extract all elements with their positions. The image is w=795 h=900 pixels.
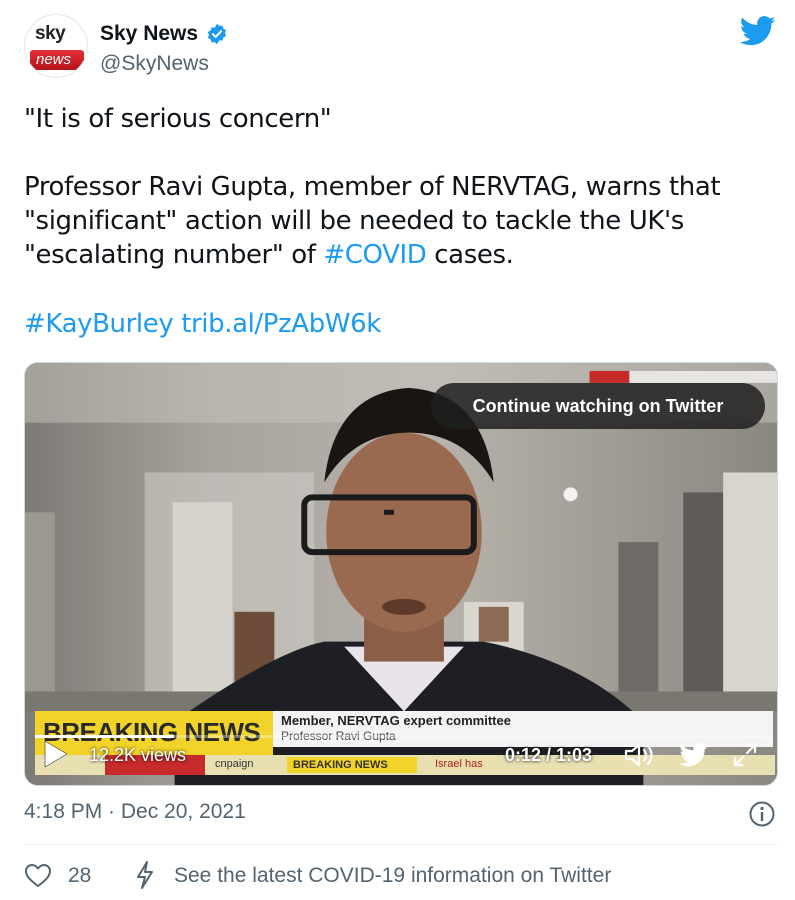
avatar-news-text: news (36, 51, 72, 68)
progress-fill (35, 735, 175, 738)
hashtag-kayburley[interactable]: #KayBurley (24, 309, 174, 339)
progress-bar[interactable] (35, 735, 769, 738)
twitter-bird-icon[interactable] (679, 743, 709, 767)
twitter-bird-icon[interactable] (740, 16, 776, 46)
covid-info-link[interactable]: See the latest COVID-19 information on T… (174, 864, 611, 888)
video-controls: 12.2K views 0:12 / 1:03 (25, 735, 777, 785)
bolt-icon (137, 861, 153, 889)
avatar-news-bar: news (30, 50, 84, 70)
footer-divider (24, 844, 778, 845)
tweet-links: #KayBurley trib.al/PzAbW6k (24, 307, 381, 341)
verified-badge-icon (207, 23, 227, 45)
hashtag-covid[interactable]: #COVID (323, 240, 426, 270)
volume-icon[interactable] (623, 741, 657, 769)
play-icon[interactable] (43, 739, 69, 769)
tweet-header: sky news Sky News @SkyNews (24, 14, 784, 84)
tweet-link[interactable]: trib.al/PzAbW6k (181, 309, 381, 339)
account-handle[interactable]: @SkyNews (100, 52, 209, 76)
view-count: 12.2K views (89, 745, 187, 765)
caption-role: Member, NERVTAG expert committee (281, 713, 511, 728)
tweet-paragraph: Professor Ravi Gupta, member of NERVTAG,… (24, 170, 764, 272)
avatar[interactable]: sky news (24, 14, 88, 78)
tweet-timestamp[interactable]: 4:18 PM · Dec 20, 2021 (24, 800, 246, 824)
avatar-sky-text: sky (35, 23, 66, 44)
tweet-body-suffix: cases. (426, 240, 514, 270)
like-count: 28 (68, 864, 92, 887)
tweet-quote: "It is of serious concern" (24, 104, 332, 134)
info-icon[interactable] (748, 800, 776, 828)
continue-watching-button[interactable]: Continue watching on Twitter (431, 383, 765, 429)
heart-icon[interactable] (24, 862, 52, 890)
video-player[interactable]: Continue watching on Twitter BREAKING NE… (24, 362, 778, 786)
fullscreen-icon[interactable] (731, 741, 759, 769)
account-name[interactable]: Sky News (100, 22, 198, 46)
playback-time: 0:12 / 1:03 (505, 745, 593, 765)
